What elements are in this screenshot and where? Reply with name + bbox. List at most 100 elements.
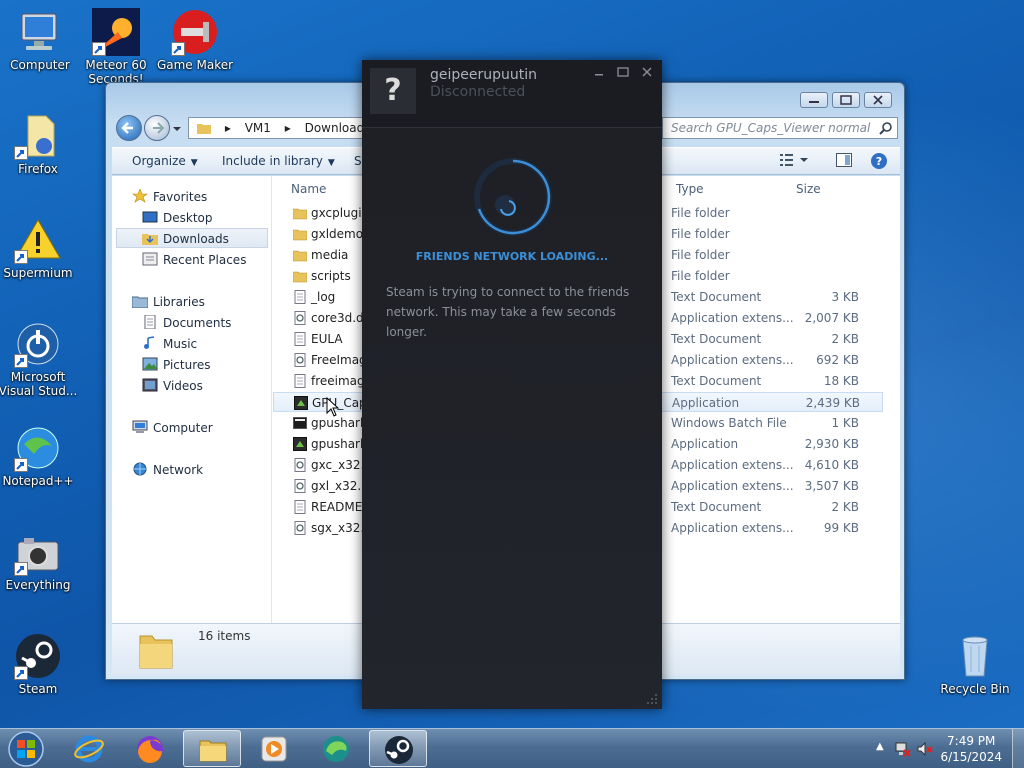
folder-icon	[199, 740, 227, 762]
edge-icon	[323, 736, 349, 762]
nav-desktop[interactable]: Desktop	[142, 208, 213, 228]
breadcrumb-downloads[interactable]: Downloads	[305, 121, 371, 135]
nav-libraries[interactable]: Libraries	[131, 292, 205, 312]
avatar[interactable]: ?	[370, 68, 416, 114]
desktop-icon-recycle-bin[interactable]: Recycle Bin	[935, 632, 1015, 696]
file-size: 1 KB	[831, 416, 859, 430]
search-input[interactable]: Search GPU_Caps_Viewer normal	[662, 117, 898, 139]
file-name: EULA	[311, 332, 343, 346]
view-list-icon	[780, 154, 808, 166]
back-button[interactable]	[116, 115, 142, 141]
file-type: File folder	[671, 227, 730, 241]
chevron-down-icon: ▼	[190, 158, 198, 168]
text-file-icon	[294, 332, 306, 346]
taskbar-internet-explorer[interactable]	[60, 730, 118, 767]
maximize-button[interactable]	[832, 92, 860, 108]
nav-recent-places[interactable]: Recent Places	[142, 250, 246, 270]
file-type: Windows Batch File	[671, 416, 787, 430]
maximize-icon	[617, 67, 629, 77]
file-type: Application	[672, 396, 740, 410]
taskbar-explorer[interactable]	[183, 730, 241, 767]
taskbar: ▲ 7:49 PM 6/15/2024	[0, 728, 1024, 768]
text-file-icon	[294, 374, 306, 388]
forward-button[interactable]	[144, 115, 170, 141]
file-type: Text Document	[671, 290, 762, 304]
steam-status: Disconnected	[430, 84, 526, 100]
search-icon[interactable]	[879, 121, 893, 135]
desktop-icon-visual-studio[interactable]: Microsoft Visual Stud...	[0, 320, 78, 398]
recent-pages-chevron-icon[interactable]	[172, 123, 182, 133]
nav-videos[interactable]: Videos	[142, 376, 203, 396]
view-options-button[interactable]	[780, 153, 808, 170]
folder-icon	[293, 250, 307, 262]
desktop-icon-label: Everything	[5, 578, 71, 592]
nav-music[interactable]: Music	[142, 334, 197, 354]
videos-icon	[142, 378, 158, 392]
friends-loading-title: FRIENDS NETWORK LOADING...	[415, 250, 609, 263]
taskbar-edge[interactable]	[307, 730, 365, 767]
recycle-bin-icon	[951, 632, 999, 680]
taskbar-steam[interactable]	[369, 730, 427, 767]
file-type: Text Document	[671, 374, 762, 388]
file-name: media	[311, 248, 349, 262]
pictures-icon	[142, 357, 158, 371]
friends-loading-message: Steam is trying to connect to the friend…	[386, 285, 630, 339]
show-desktop-button[interactable]	[1012, 729, 1024, 768]
network-status-icon[interactable]	[894, 740, 912, 758]
minimize-button[interactable]	[800, 92, 828, 108]
nav-favorites[interactable]: Favorites	[132, 187, 207, 207]
nav-pictures[interactable]: Pictures	[142, 355, 211, 375]
close-button[interactable]	[864, 92, 892, 108]
batch-file-icon	[293, 417, 307, 429]
desktop-icon-label: Supermium	[3, 266, 73, 280]
desktop-icon-steam[interactable]: Steam	[0, 632, 78, 696]
resize-grip-icon[interactable]	[646, 693, 658, 705]
breadcrumb-vm1[interactable]: VM1	[245, 121, 271, 135]
nav-computer[interactable]: Computer	[132, 418, 213, 438]
clock[interactable]: 7:49 PM 6/15/2024	[940, 733, 1002, 765]
internet-explorer-icon	[74, 735, 104, 763]
nav-documents[interactable]: Documents	[142, 313, 231, 333]
start-button[interactable]	[6, 730, 46, 768]
column-header-name[interactable]: Name	[291, 182, 326, 196]
preview-pane-button[interactable]	[836, 153, 852, 170]
show-hidden-icons-button[interactable]: ▲	[876, 741, 884, 752]
file-name: core3d.dl	[311, 311, 368, 325]
maximize-button[interactable]	[616, 65, 630, 79]
dll-file-icon	[294, 353, 306, 367]
file-size: 2,007 KB	[804, 311, 859, 325]
desktop-icon-computer[interactable]: Computer	[0, 8, 80, 72]
preview-pane-icon	[836, 153, 852, 167]
steam-friends-window: ? geipeerupuutin Disconnected FRIENDS NE…	[362, 60, 662, 709]
column-header-size[interactable]: Size	[796, 182, 821, 196]
taskbar-media-player[interactable]	[245, 730, 303, 767]
close-button[interactable]	[640, 65, 654, 79]
minimize-button[interactable]	[592, 65, 606, 79]
desktop-icon-meteor[interactable]: Meteor 60 Seconds!	[76, 8, 156, 86]
navigation-pane: Favorites Desktop Downloads Recent Place…	[112, 176, 272, 623]
desktop-icon-notepadpp[interactable]: Notepad++	[0, 424, 78, 488]
desktop-folder-icon	[142, 210, 158, 224]
file-size: 3,507 KB	[804, 479, 859, 493]
volume-muted-icon[interactable]	[916, 740, 934, 758]
folder-icon	[293, 208, 307, 220]
steam-icon	[14, 632, 62, 680]
file-size: 2,439 KB	[805, 396, 860, 410]
desktop-icon-game-maker[interactable]: Game Maker	[155, 8, 235, 72]
desktop-icon-label: Firefox	[18, 162, 58, 176]
help-button[interactable]: ?	[870, 152, 888, 173]
steam-username[interactable]: geipeerupuutin	[430, 67, 537, 83]
desktop-icon-everything[interactable]: Everything	[0, 528, 78, 592]
taskbar-firefox[interactable]	[121, 730, 179, 767]
file-size: 2,930 KB	[804, 437, 859, 451]
folder-icon	[293, 229, 307, 241]
organize-button[interactable]: Organize ▼	[132, 154, 198, 168]
column-header-type[interactable]: Type	[676, 182, 704, 196]
desktop-icon-supermium[interactable]: Supermium	[0, 216, 78, 280]
dll-file-icon	[294, 521, 306, 535]
desktop-icon-firefox[interactable]: Firefox	[0, 112, 78, 176]
include-in-library-button[interactable]: Include in library ▼	[222, 154, 335, 168]
nav-downloads[interactable]: Downloads	[116, 228, 268, 248]
documents-icon	[142, 314, 158, 330]
nav-network[interactable]: Network	[132, 460, 203, 480]
